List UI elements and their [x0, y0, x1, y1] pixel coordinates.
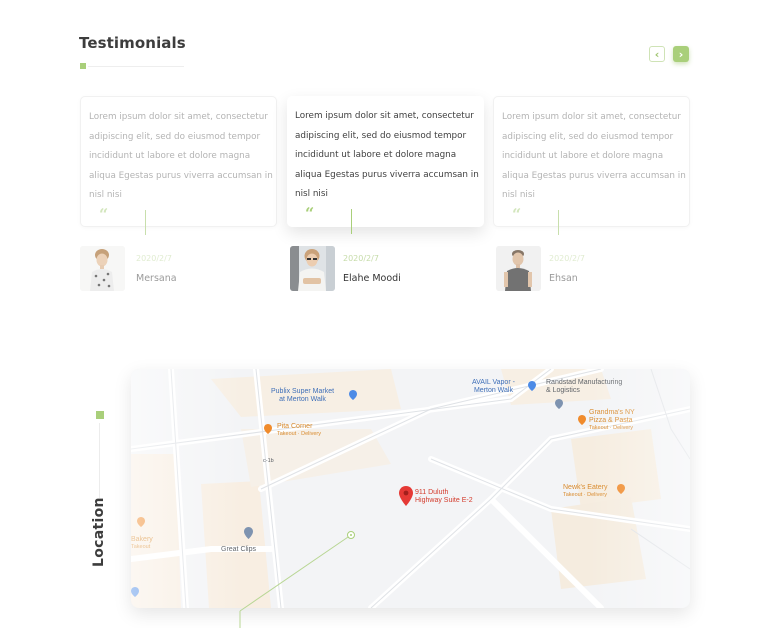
- card-connector-line: [351, 209, 352, 234]
- poi-grandmas-pizza[interactable]: Grandma's NY Pizza & Pasta Takeout · Del…: [589, 409, 635, 432]
- poi-bakery[interactable]: Bakery Takeout: [131, 536, 153, 551]
- quote-icon: “: [99, 205, 109, 224]
- testimonial-date: 2020/2/7: [136, 254, 172, 263]
- poi-newks-eatery[interactable]: Newk's Eatery Takeout · Delivery: [563, 484, 608, 499]
- location-accent-square: [96, 411, 104, 419]
- testimonial-card[interactable]: Lorem ipsum dolor sit amet, consectetur …: [80, 96, 277, 235]
- avatar: [290, 246, 335, 291]
- poi-avail-vapor[interactable]: AVAIL Vapor - Merton Walk: [472, 379, 515, 395]
- next-button[interactable]: ›: [673, 46, 689, 62]
- business-pin-icon: [131, 587, 139, 597]
- card-connector-line: [558, 210, 559, 235]
- store-pin-icon: [528, 381, 536, 391]
- poi-publix[interactable]: Publix Super Market at Merton Walk: [271, 388, 334, 404]
- quote-icon: “: [512, 205, 522, 224]
- avatar: [496, 246, 541, 291]
- chevron-right-icon: ›: [678, 47, 684, 61]
- poi-randstad[interactable]: Randstad Manufacturing & Logistics: [546, 379, 622, 395]
- testimonial-author: Ehsan: [549, 273, 578, 284]
- section-title: Testimonials: [79, 34, 186, 52]
- business-pin-icon: [555, 399, 563, 409]
- testimonial-date: 2020/2/7: [343, 254, 379, 263]
- restaurant-pin-icon: [264, 424, 272, 434]
- shopping-cart-pin-icon: [349, 390, 357, 400]
- testimonial-date: 2020/2/7: [549, 254, 585, 263]
- poi-pita-corner[interactable]: Pita Corner Takeout · Delivery: [277, 423, 321, 438]
- avatar: [80, 246, 125, 291]
- location-heading: Location: [91, 497, 107, 567]
- quote-icon: “: [305, 204, 315, 223]
- map[interactable]: Publix Super Market at Merton Walk AVAIL…: [131, 369, 690, 608]
- testimonial-author: Mersana: [136, 273, 177, 284]
- location-divider-line: [99, 423, 100, 498]
- testimonial-text: Lorem ipsum dolor sit amet, consectetur …: [89, 112, 273, 201]
- testimonial-author: Elahe Moodi: [343, 273, 401, 284]
- road-label: c-1b: [263, 458, 274, 464]
- testimonial-text: Lorem ipsum dolor sit amet, consectetur …: [295, 111, 479, 200]
- poi-great-clips[interactable]: Great Clips: [221, 546, 256, 554]
- restaurant-pin-icon: [578, 415, 586, 425]
- title-underline: [88, 66, 184, 67]
- restaurant-pin-icon: [137, 517, 145, 527]
- location-pin-icon[interactable]: [399, 486, 413, 506]
- card-connector-line: [145, 210, 146, 235]
- chevron-left-icon: ‹: [654, 47, 660, 61]
- restaurant-pin-icon: [617, 484, 625, 494]
- salon-pin-icon: [244, 527, 253, 539]
- poi-address: 911 Duluth Highway Suite E-2: [415, 489, 473, 504]
- testimonial-text: Lorem ipsum dolor sit amet, consectetur …: [502, 112, 686, 201]
- testimonial-card[interactable]: Lorem ipsum dolor sit amet, consectetur …: [493, 96, 690, 235]
- page: Testimonials ‹ › Lorem ipsum dolor sit a…: [0, 0, 767, 628]
- testimonial-card-active[interactable]: Lorem ipsum dolor sit amet, consectetur …: [287, 96, 484, 234]
- title-accent-square: [80, 63, 86, 69]
- prev-button[interactable]: ‹: [649, 46, 665, 62]
